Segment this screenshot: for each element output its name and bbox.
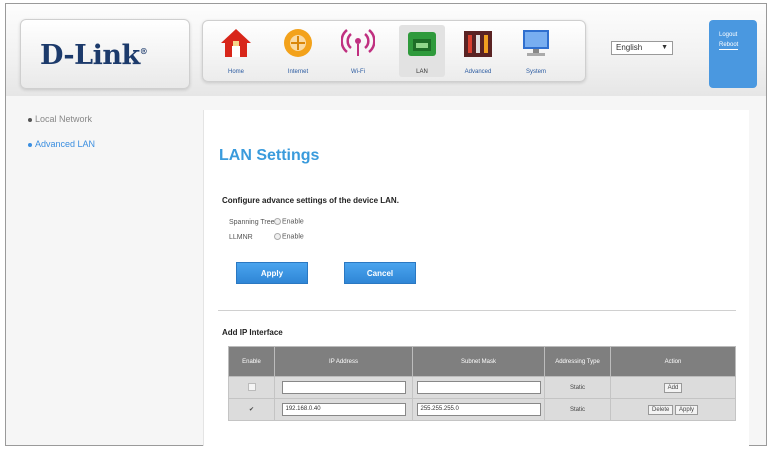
section-divider bbox=[218, 310, 736, 311]
apply-button[interactable]: Apply bbox=[236, 262, 308, 284]
enable-checkbox[interactable] bbox=[247, 382, 256, 391]
toolbox-icon bbox=[464, 31, 492, 57]
subnet-mask-input[interactable] bbox=[416, 381, 541, 394]
col-header: Subnet Mask bbox=[412, 346, 545, 377]
nav-lan[interactable]: LAN bbox=[399, 25, 445, 77]
lan-icon bbox=[408, 32, 436, 56]
bullet-icon bbox=[28, 142, 32, 147]
ip-address-input[interactable] bbox=[281, 381, 406, 394]
account-panel: Logout Reboot bbox=[709, 20, 757, 88]
wifi-icon bbox=[341, 29, 375, 56]
page-title: LAN Settings bbox=[219, 147, 320, 164]
add-button[interactable]: Add bbox=[663, 382, 683, 393]
house-icon bbox=[221, 29, 251, 57]
main-nav: Home Internet Wi-Fi LAN Advanced System bbox=[202, 20, 586, 82]
nav-home[interactable]: Home bbox=[213, 25, 259, 77]
llmnr-label: LLMNR bbox=[229, 234, 253, 241]
col-header: Enable bbox=[228, 346, 275, 377]
check-icon[interactable]: ✔ bbox=[249, 407, 254, 413]
subnet-mask-input[interactable]: 255.255.255.0 bbox=[416, 403, 541, 416]
sidebar: Local Network Advanced LAN bbox=[6, 96, 196, 445]
sidebar-item-local-network[interactable]: Local Network bbox=[28, 114, 92, 124]
cancel-button[interactable]: Cancel bbox=[344, 262, 416, 284]
language-select[interactable]: English ▼ bbox=[611, 41, 673, 55]
ip-address-input[interactable]: 192.168.0.40 bbox=[281, 403, 406, 416]
section-heading-ip: Add IP Interface bbox=[222, 328, 283, 337]
table-row: Static Add bbox=[228, 376, 736, 399]
monitor-icon bbox=[523, 30, 549, 56]
table-row: ✔ 192.168.0.40 255.255.255.0 Static Dele… bbox=[228, 398, 736, 421]
apply-row-button[interactable]: Apply bbox=[675, 404, 699, 415]
col-header: Addressing Type bbox=[544, 346, 611, 377]
col-header: Action bbox=[610, 346, 736, 377]
llmnr-checkbox[interactable]: Enable bbox=[274, 233, 304, 240]
reboot-link[interactable]: Reboot bbox=[719, 42, 739, 50]
globe-icon bbox=[284, 29, 312, 57]
main-panel: LAN Settings Configure advance settings … bbox=[203, 110, 749, 446]
sidebar-item-advanced-lan[interactable]: Advanced LAN bbox=[28, 139, 95, 149]
addressing-type: Static bbox=[544, 398, 611, 421]
col-header: IP Address bbox=[274, 346, 413, 377]
addressing-type: Static bbox=[544, 376, 611, 399]
chevron-down-icon: ▼ bbox=[661, 44, 668, 51]
nav-advanced[interactable]: Advanced bbox=[455, 25, 501, 77]
spanning-tree-label: Spanning Tree bbox=[229, 219, 275, 226]
nav-wifi[interactable]: Wi-Fi bbox=[335, 25, 381, 77]
bullet-icon bbox=[28, 117, 32, 122]
ip-interface-table: Enable IP Address Subnet Mask Addressing… bbox=[228, 346, 736, 421]
dlink-logo[interactable]: D-Link® bbox=[40, 40, 148, 71]
nav-system[interactable]: System bbox=[513, 25, 559, 77]
delete-button[interactable]: Delete bbox=[647, 404, 674, 415]
logout-link[interactable]: Logout bbox=[719, 32, 737, 38]
section-heading: Configure advance settings of the device… bbox=[222, 196, 399, 205]
spanning-tree-checkbox[interactable]: Enable bbox=[274, 218, 304, 225]
top-header: D-Link® Home Internet Wi-Fi LAN Advanced… bbox=[6, 4, 766, 96]
nav-internet[interactable]: Internet bbox=[275, 25, 321, 77]
